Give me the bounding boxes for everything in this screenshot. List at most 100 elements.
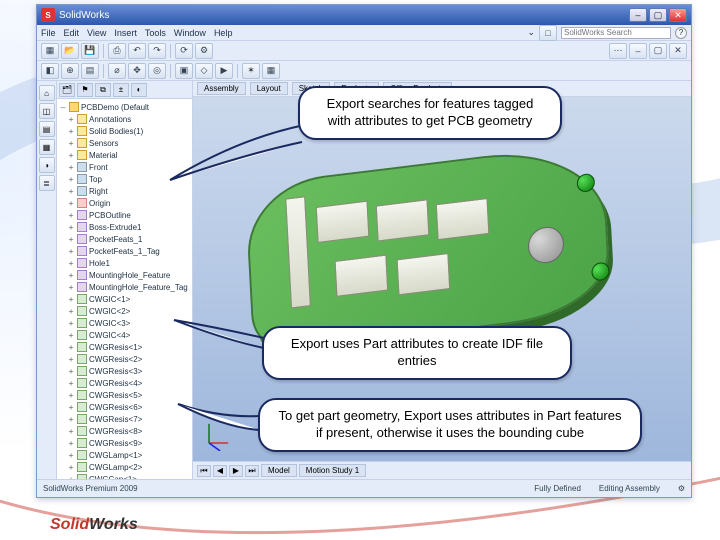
prev-tab-button[interactable]: ◀ xyxy=(213,465,227,477)
display-manager-tab[interactable]: ◐ xyxy=(131,83,147,97)
smart-fasteners-button[interactable]: ⌀ xyxy=(108,63,126,79)
new-button[interactable]: ▦ xyxy=(41,43,59,59)
menu-tools[interactable]: Tools xyxy=(145,28,166,38)
options-button[interactable]: ⚙ xyxy=(195,43,213,59)
tree-toggle-icon[interactable]: + xyxy=(67,391,75,400)
doc-max-button[interactable]: ▢ xyxy=(649,43,667,59)
tree-item[interactable]: +CWGResis<6> xyxy=(57,401,192,413)
tree-item[interactable]: +CWGResis<3> xyxy=(57,365,192,377)
tree-toggle-icon[interactable]: + xyxy=(67,295,75,304)
close-button[interactable]: ✕ xyxy=(669,8,687,22)
tree-toggle-icon[interactable]: + xyxy=(67,151,75,160)
appearances-icon[interactable]: ◑ xyxy=(39,157,55,173)
sw-resources-icon[interactable]: ⌂ xyxy=(39,85,55,101)
menu-file[interactable]: File xyxy=(41,28,56,38)
view-palette-icon[interactable]: ▦ xyxy=(39,139,55,155)
tree-item[interactable]: +CWGResis<7> xyxy=(57,413,192,425)
tree-toggle-icon[interactable]: + xyxy=(67,115,75,124)
menu-insert[interactable]: Insert xyxy=(114,28,137,38)
bom-button[interactable]: ▦ xyxy=(262,63,280,79)
tree-toggle-icon[interactable]: + xyxy=(67,319,75,328)
doc-min-button[interactable]: – xyxy=(629,43,647,59)
menu-view[interactable]: View xyxy=(87,28,106,38)
dim-manager-tab[interactable]: ± xyxy=(113,83,129,97)
menu-edit[interactable]: Edit xyxy=(64,28,80,38)
tree-toggle-icon[interactable]: + xyxy=(67,259,75,268)
doc-close-button[interactable]: ✕ xyxy=(669,43,687,59)
new-motion-study-button[interactable]: ▶ xyxy=(215,63,233,79)
status-unit-icon[interactable]: ⚙ xyxy=(678,484,685,493)
tree-toggle-icon[interactable]: + xyxy=(67,163,75,172)
tree-item[interactable]: +MountingHole_Feature xyxy=(57,269,192,281)
tree-item[interactable]: +CWGIC<2> xyxy=(57,305,192,317)
menu-window[interactable]: Window xyxy=(174,28,206,38)
tree-toggle-icon[interactable]: + xyxy=(67,307,75,316)
custom-props-icon[interactable]: ≣ xyxy=(39,175,55,191)
file-explorer-icon[interactable]: ▤ xyxy=(39,121,55,137)
tree-toggle-icon[interactable]: + xyxy=(67,187,75,196)
minimize-button[interactable]: – xyxy=(629,8,647,22)
tree-toggle-icon[interactable]: + xyxy=(67,199,75,208)
tree-item[interactable]: +CWGLamp<1> xyxy=(57,449,192,461)
undo-button[interactable]: ↶ xyxy=(128,43,146,59)
tab-model[interactable]: Model xyxy=(261,464,297,477)
tree-toggle-icon[interactable]: + xyxy=(67,451,75,460)
print-button[interactable]: ⎙ xyxy=(108,43,126,59)
tree-root-label[interactable]: PCBDemo (Default xyxy=(81,103,149,112)
tree-item[interactable]: +PocketFeats_1 xyxy=(57,233,192,245)
tree-item[interactable]: +PocketFeats_1_Tag xyxy=(57,245,192,257)
tree-item[interactable]: +CWGIC<1> xyxy=(57,293,192,305)
linear-pattern-button[interactable]: ▤ xyxy=(81,63,99,79)
tree-toggle-icon[interactable]: + xyxy=(67,367,75,376)
tree-item[interactable]: +CWGResis<5> xyxy=(57,389,192,401)
tree-toggle-icon[interactable]: + xyxy=(67,427,75,436)
tab-motion-study[interactable]: Motion Study 1 xyxy=(299,464,366,477)
tree-toggle-icon[interactable]: + xyxy=(67,415,75,424)
tree-toggle-icon[interactable]: – xyxy=(59,103,67,112)
search-input[interactable] xyxy=(561,27,671,39)
move-component-button[interactable]: ✥ xyxy=(128,63,146,79)
redo-button[interactable]: ↷ xyxy=(148,43,166,59)
tree-toggle-icon[interactable]: + xyxy=(67,139,75,148)
exploded-view-button[interactable]: ✶ xyxy=(242,63,260,79)
first-tab-button[interactable]: ⏮ xyxy=(197,465,211,477)
tree-toggle-icon[interactable]: + xyxy=(67,127,75,136)
tree-toggle-icon[interactable]: + xyxy=(67,235,75,244)
config-manager-tab[interactable]: ⧉ xyxy=(95,83,111,97)
tree-toggle-icon[interactable]: + xyxy=(67,403,75,412)
tree-toggle-icon[interactable]: + xyxy=(67,223,75,232)
feature-tree-tab[interactable]: 🗂 xyxy=(59,83,75,97)
property-manager-tab[interactable]: ⚑ xyxy=(77,83,93,97)
tree-toggle-icon[interactable]: + xyxy=(67,343,75,352)
customize-dropdown-icon[interactable]: ⌄ xyxy=(527,27,535,38)
reference-geometry-button[interactable]: ◇ xyxy=(195,63,213,79)
rebuild-button[interactable]: ⟳ xyxy=(175,43,193,59)
help-icon[interactable]: ? xyxy=(675,27,687,39)
tree-item[interactable]: +Origin xyxy=(57,197,192,209)
toolbar-more-1[interactable]: ⋯ xyxy=(609,43,627,59)
tree-toggle-icon[interactable]: + xyxy=(67,379,75,388)
assembly-features-button[interactable]: ▣ xyxy=(175,63,193,79)
maximize-button[interactable]: ▢ xyxy=(649,8,667,22)
tree-item[interactable]: +Hole1 xyxy=(57,257,192,269)
tree-toggle-icon[interactable]: + xyxy=(67,175,75,184)
save-button[interactable]: 💾 xyxy=(81,43,99,59)
tree-item[interactable]: +CWGResis<9> xyxy=(57,437,192,449)
tree-toggle-icon[interactable]: + xyxy=(67,271,75,280)
tab-assembly[interactable]: Assembly xyxy=(197,82,246,95)
tree-item[interactable]: +PCBOutline xyxy=(57,209,192,221)
tree-toggle-icon[interactable]: + xyxy=(67,247,75,256)
design-library-icon[interactable]: ◫ xyxy=(39,103,55,119)
tree-toggle-icon[interactable]: + xyxy=(67,331,75,340)
last-tab-button[interactable]: ⏭ xyxy=(245,465,259,477)
show-hidden-button[interactable]: ◎ xyxy=(148,63,166,79)
open-button[interactable]: 📂 xyxy=(61,43,79,59)
insert-component-button[interactable]: ◧ xyxy=(41,63,59,79)
tree-toggle-icon[interactable]: + xyxy=(67,355,75,364)
tree-item[interactable]: +Boss-Extrude1 xyxy=(57,221,192,233)
tree-item[interactable]: +CWGResis<8> xyxy=(57,425,192,437)
next-tab-button[interactable]: ▶ xyxy=(229,465,243,477)
tab-layout[interactable]: Layout xyxy=(250,82,288,95)
menu-help[interactable]: Help xyxy=(214,28,233,38)
tree-item[interactable]: +CWGResis<4> xyxy=(57,377,192,389)
